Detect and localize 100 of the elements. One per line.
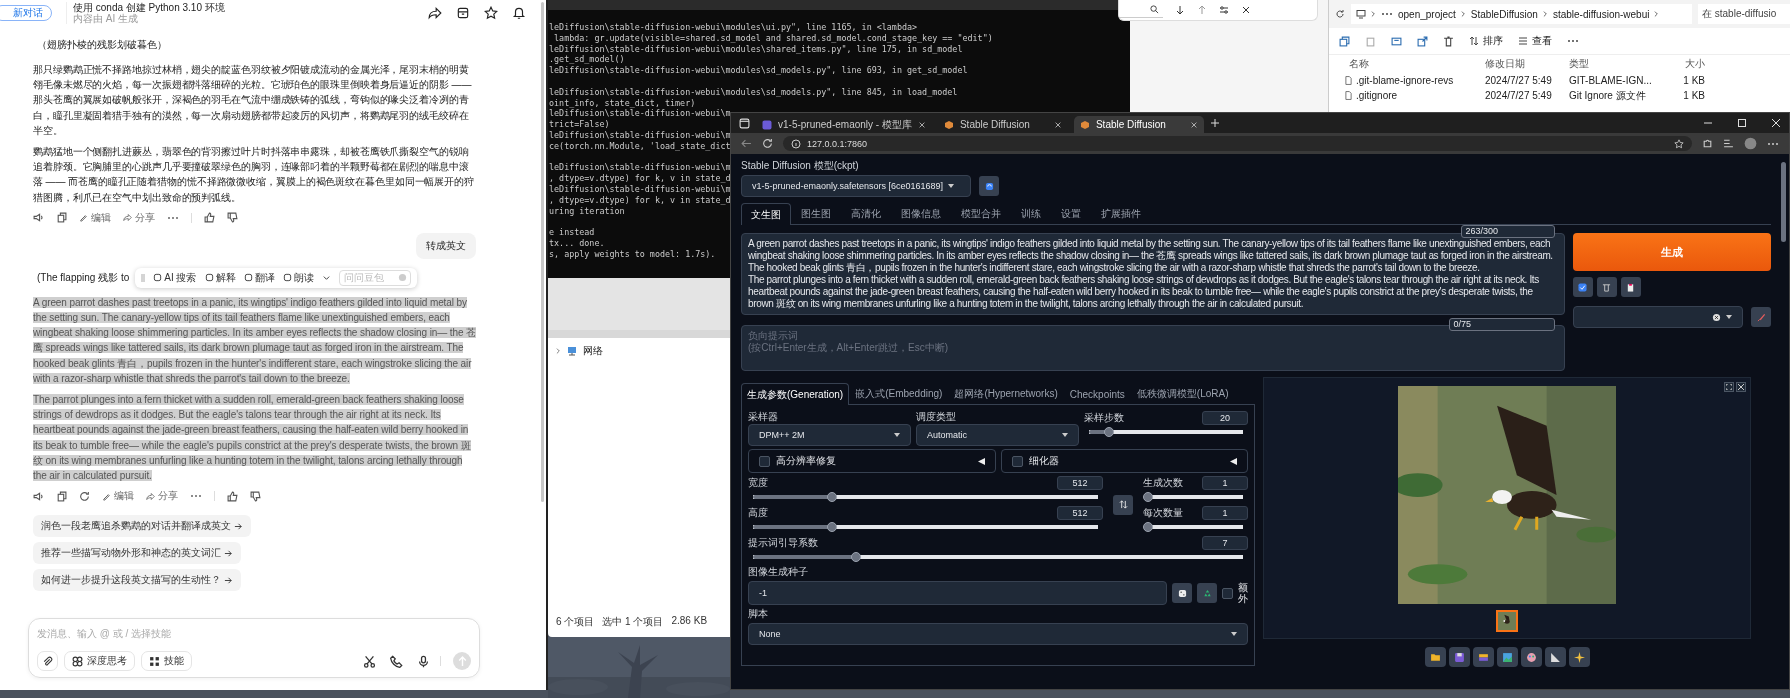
phone-icon[interactable] — [390, 654, 403, 668]
slider-handle[interactable] — [827, 492, 838, 502]
share-button[interactable]: 分享 — [123, 210, 155, 225]
star-icon[interactable] — [484, 6, 498, 20]
attach-button[interactable] — [37, 651, 58, 671]
number-field[interactable]: 1 — [1202, 476, 1248, 490]
checkbox[interactable] — [1011, 455, 1023, 467]
share-button[interactable]: 分享 — [146, 489, 178, 504]
tab[interactable]: Checkpoints — [1063, 383, 1131, 404]
fullscreen-button[interactable] — [1724, 382, 1734, 392]
clipboard-button[interactable] — [1620, 277, 1641, 297]
caret-icon[interactable] — [321, 273, 331, 283]
view-button[interactable]: 查看 — [1518, 34, 1552, 48]
refresh-icon[interactable] — [1335, 9, 1345, 19]
drag-handle-icon[interactable] — [141, 272, 146, 283]
copy-icon[interactable] — [56, 490, 67, 502]
tab[interactable]: 图生图 — [791, 203, 841, 224]
sort-button[interactable]: 排序 — [1469, 34, 1503, 48]
share-icon[interactable] — [428, 6, 442, 20]
tab[interactable]: 扩展插件 — [1091, 203, 1151, 224]
archive-icon[interactable] — [456, 6, 470, 20]
reload-icon[interactable] — [762, 138, 773, 149]
tab-actions-icon[interactable] — [739, 117, 750, 129]
arrow-down-icon[interactable] — [1175, 5, 1185, 15]
tab[interactable]: 文生图 — [741, 203, 791, 225]
column-header[interactable]: 名称 — [1335, 57, 1485, 71]
close-icon[interactable] — [1189, 120, 1198, 129]
breadcrumb-item[interactable]: stable-diffusion-webui — [1552, 8, 1650, 20]
scrollbar[interactable] — [1781, 162, 1786, 242]
apply-button[interactable] — [1572, 277, 1593, 297]
scissors-icon[interactable] — [363, 654, 376, 668]
more-icon[interactable] — [1381, 12, 1393, 16]
checkbox[interactable] — [759, 455, 770, 467]
number-field[interactable]: 512 — [1057, 476, 1103, 490]
nav-item[interactable]: 网络 — [548, 338, 730, 358]
avatar-icon[interactable] — [1744, 137, 1757, 150]
seed-field[interactable]: -1 — [748, 581, 1167, 605]
thumbnail-button[interactable] — [1496, 610, 1518, 632]
clear-icon[interactable] — [1712, 312, 1721, 322]
save-button[interactable] — [1448, 647, 1470, 667]
tab[interactable]: 设置 — [1051, 203, 1091, 224]
thumbs-up-icon[interactable] — [204, 212, 215, 224]
number-field[interactable]: 1 — [1202, 506, 1248, 520]
copy-icon[interactable] — [56, 212, 67, 224]
puzzle-icon[interactable] — [1702, 138, 1713, 149]
breadcrumb-item[interactable]: open_project — [1398, 8, 1456, 20]
toolbar-button[interactable]: AI 搜索 — [153, 270, 197, 285]
slider-handle[interactable] — [1143, 522, 1153, 532]
sampler-dropdown[interactable]: DPM++ 2M — [748, 424, 911, 446]
prompt-field[interactable]: A green parrot dashes past treetops in a panic, its wingtips' indigo feathers gilded into liquid metal by the setting sun. The canary-yellow tips of its tail feathers flame like unextinguished embers, each wingbeat shaking loose shimmering particles. In its amber eyes reflects the shadow closing in— the 苍鹰 spreads wings like tattered sails, its dark brown plumage taut as forged iron in the airstream. The hooked beak glints 青白，pupils frozen in the hunter's indifferent stare, each wingstroke slicing the air with a razor-sharp whistle that shreds the parrot's tail down to the breeze. The parrot plunges into a fern thicket with a sudden roll, emerald-green back feathers shaking loose strings of dewdrops as it dodges. But the eagle's talons tear through the air right at its neck. Its heartbeat pounds against the jade-green breast feathers, causing the half-eaten wild berry hooked in its beak to tumble free— while the eagle's pupils constrict at the prey's desperate twists, the brown 斑纹 on its wing membranes unfurling like a hunting totem in the twilight, talons arcing lethally through the air in calculated pursuit. — [741, 233, 1565, 315]
tab[interactable]: 模型合并 — [951, 203, 1011, 224]
scrollbar[interactable] — [541, 2, 544, 502]
speaker-icon[interactable] — [33, 212, 44, 224]
search-field[interactable]: 在 stable-diffusio — [1698, 4, 1790, 24]
close-icon[interactable] — [1053, 120, 1062, 129]
toolbar-button[interactable]: 解释 — [204, 270, 236, 285]
more-icon[interactable] — [190, 494, 202, 499]
model-dropdown[interactable]: v1-5-pruned-emaonly.safetensors [6ce0161689] — [741, 175, 971, 197]
accordion-header[interactable]: 细化器 — [1000, 449, 1248, 473]
thumbs-down-icon[interactable] — [250, 490, 261, 502]
suggestion-chip[interactable]: 推荐一些描写动物外形和神态的英文词汇 — [33, 542, 241, 565]
sparkle-button[interactable] — [1568, 647, 1590, 667]
maximize-icon[interactable] — [1737, 118, 1747, 128]
more-icon[interactable] — [167, 215, 179, 220]
browser-tab[interactable]: Stable Diffusion — [937, 116, 1068, 133]
dice-button[interactable] — [1172, 583, 1192, 603]
column-header[interactable]: 修改日期 — [1485, 57, 1569, 71]
folder-button[interactable] — [1424, 647, 1446, 667]
refresh-icon[interactable] — [79, 490, 90, 502]
swap-button[interactable] — [1113, 494, 1133, 515]
copy-icon[interactable] — [1339, 35, 1350, 47]
more-icon[interactable] — [1767, 141, 1779, 146]
address-bar[interactable]: open_project StableDiffusion stable-diffusion-webui — [1351, 4, 1692, 24]
suggestion-chip[interactable]: 润色一段老鹰追杀鹦鹉的对话并翻译成英文 — [33, 515, 251, 538]
back-icon[interactable] — [741, 138, 752, 149]
more-icon[interactable] — [1567, 39, 1579, 43]
tab[interactable]: 嵌入式(Embedding) — [849, 383, 949, 404]
file-row[interactable]: .gitignore 2024/7/27 5:49 Git Ignore 源文件 1 KB — [1335, 88, 1790, 103]
number-field[interactable]: 20 — [1202, 411, 1248, 425]
browser-tab[interactable]: v1-5-pruned-emaonly - 模型库 — [756, 116, 932, 133]
speaker-icon[interactable] — [33, 490, 44, 502]
number-field[interactable]: 512 — [1057, 506, 1103, 520]
close-icon[interactable] — [1241, 5, 1251, 15]
filter-icon[interactable] — [1219, 5, 1229, 15]
tab[interactable]: 训练 — [1011, 203, 1051, 224]
rename-icon[interactable] — [1391, 35, 1402, 47]
tab[interactable]: 高清化 — [841, 203, 891, 224]
image-button[interactable] — [1496, 647, 1518, 667]
skills-button[interactable]: 技能 — [141, 651, 192, 671]
close-button[interactable] — [1736, 382, 1746, 392]
edit-button[interactable]: 编辑 — [79, 210, 111, 225]
file-row[interactable]: .git-blame-ignore-revs 2024/7/27 5:49 GIT-BLAME-IGN... 1 KB — [1335, 73, 1790, 88]
palette-button[interactable] — [1520, 647, 1542, 667]
brush-button[interactable] — [1751, 307, 1771, 327]
toolbar-button[interactable]: 朗读 — [282, 270, 314, 285]
tab[interactable]: 图像信息 — [891, 203, 951, 224]
scheduler-dropdown[interactable]: Automatic — [916, 424, 1079, 446]
column-header[interactable]: 大小 — [1665, 57, 1705, 71]
new-chat-button[interactable]: 新对话 — [0, 5, 52, 21]
deep-think-button[interactable]: 深度思考 — [64, 651, 135, 671]
